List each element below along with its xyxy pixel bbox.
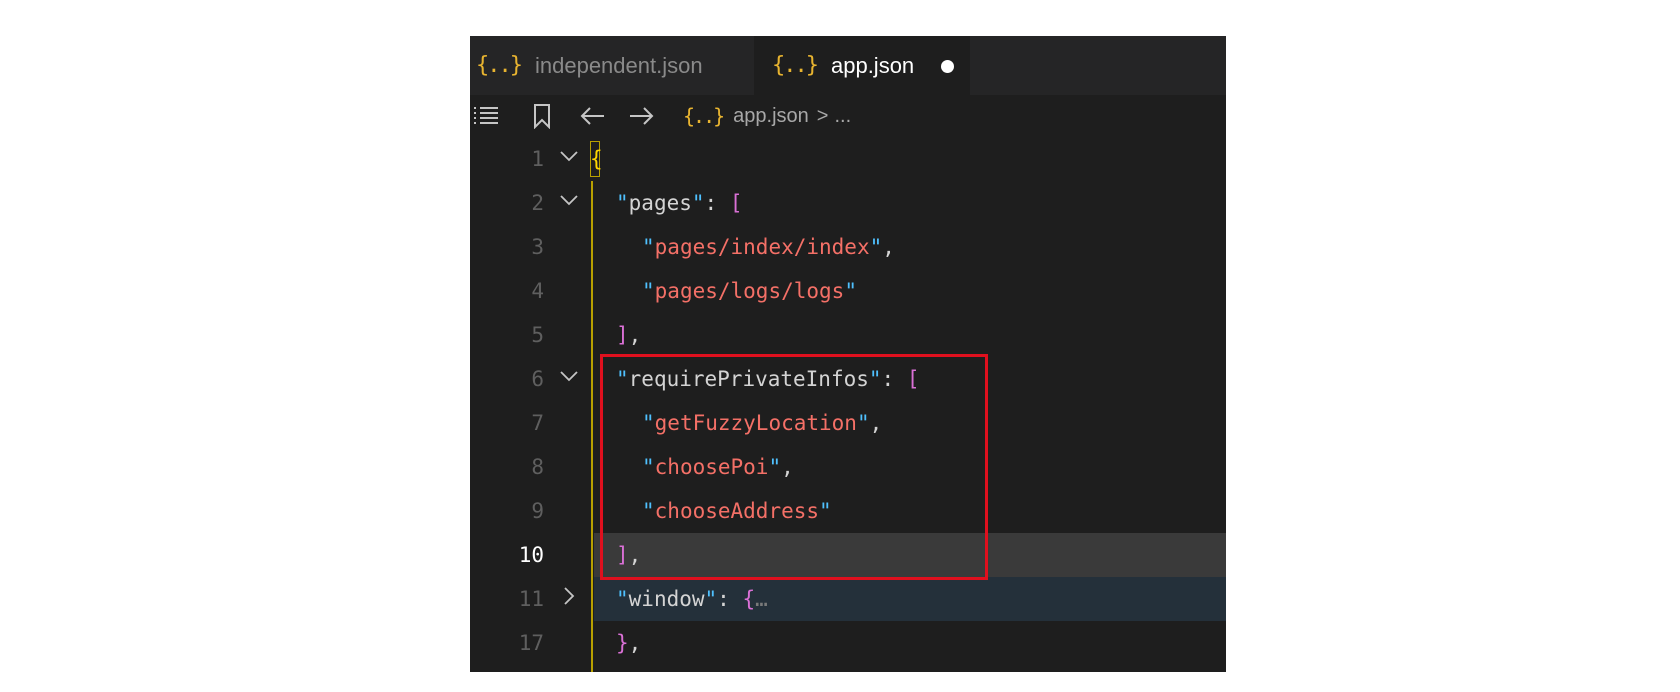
code-line: 4 "pages/logs/logs" — [470, 269, 1226, 313]
code-line: 2 "pages": [ — [470, 181, 1226, 225]
tab-bar: {..} independent.json {..} app.json — [470, 36, 1226, 95]
annotation-highlight-box — [600, 354, 988, 580]
code-line: 3 "pages/index/index", — [470, 225, 1226, 269]
editor-toolbar: {..} app.json > ... — [470, 95, 1226, 137]
unsaved-dot-icon[interactable] — [941, 60, 954, 73]
chevron-down-icon[interactable] — [558, 365, 580, 387]
code-text: ], — [616, 323, 642, 347]
breadcrumb-separator: > — [816, 104, 829, 127]
back-arrow-icon[interactable] — [578, 103, 606, 129]
line-number: 1 — [531, 147, 544, 171]
breadcrumb-rest[interactable]: ... — [834, 105, 851, 128]
forward-arrow-icon[interactable] — [628, 103, 656, 129]
line-number: 11 — [518, 587, 544, 611]
code-text: "pages/logs/logs" — [642, 279, 857, 303]
tab-independent-json[interactable]: {..} independent.json — [470, 36, 754, 95]
list-icon[interactable] — [472, 103, 500, 129]
code-line-folded: 11 "window": {… — [470, 577, 1226, 621]
json-file-icon: {..} — [772, 53, 819, 78]
chevron-down-icon[interactable] — [558, 145, 580, 167]
line-number: 7 — [531, 411, 544, 435]
code-line: 17 }, — [470, 621, 1226, 665]
line-number: 9 — [531, 499, 544, 523]
code-brace: { — [590, 147, 603, 171]
code-line: 1 { — [470, 137, 1226, 181]
breadcrumb-file[interactable]: app.json — [733, 105, 809, 128]
line-number: 8 — [531, 455, 544, 479]
line-number: 17 — [518, 631, 544, 655]
line-number: 10 — [518, 543, 544, 567]
code-text: "pages": [ — [616, 191, 743, 215]
chevron-right-icon[interactable] — [558, 585, 580, 607]
breadcrumb[interactable]: {..} app.json > ... — [683, 95, 851, 137]
line-number: 4 — [531, 279, 544, 303]
tab-label: app.json — [830, 52, 915, 78]
code-text: "window": {… — [616, 587, 768, 611]
line-number: 6 — [531, 367, 544, 391]
code-text: "pages/index/index", — [642, 235, 895, 259]
tab-label: independent.json — [534, 52, 703, 78]
line-number: 3 — [531, 235, 544, 259]
line-number: 2 — [531, 191, 544, 215]
tab-app-json[interactable]: {..} app.json — [754, 36, 970, 95]
chevron-down-icon[interactable] — [558, 189, 580, 211]
bookmark-icon[interactable] — [528, 103, 556, 129]
code-line: 5 ], — [470, 313, 1226, 357]
code-text: }, — [616, 631, 642, 655]
json-file-icon: {..} — [476, 53, 523, 78]
json-file-icon: {..} — [683, 104, 725, 128]
line-number: 5 — [531, 323, 544, 347]
folded-ellipsis[interactable]: … — [755, 587, 768, 611]
